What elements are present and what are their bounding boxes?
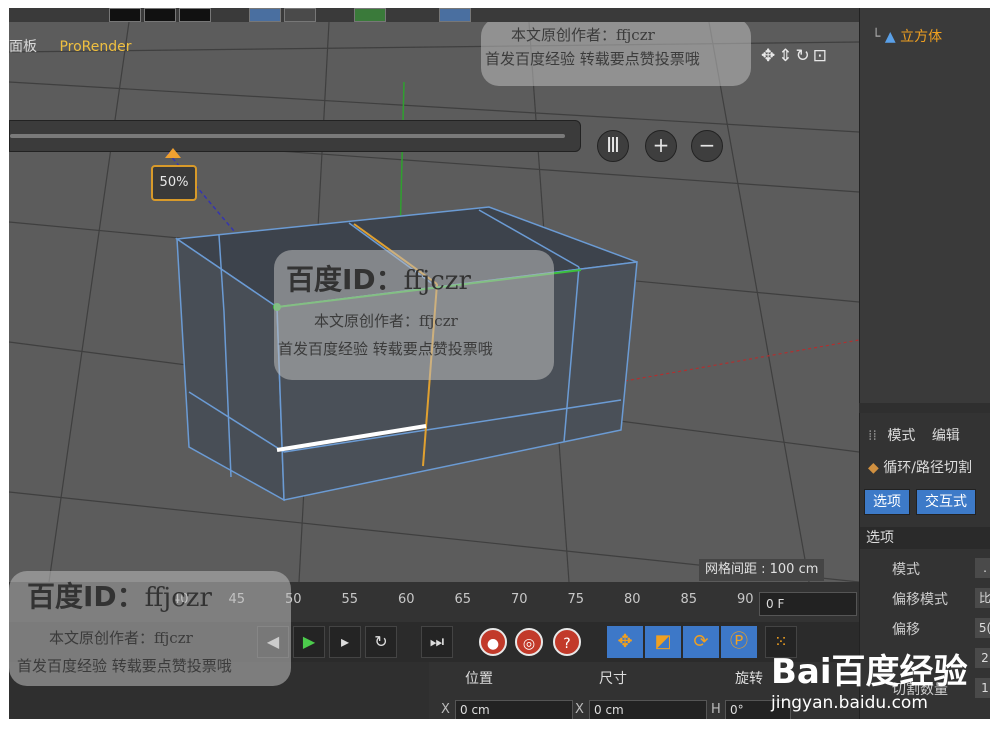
attr-menu: ⁞⁞ 模式 编辑: [868, 425, 960, 445]
timeline-tick-55: 55: [341, 592, 359, 607]
watermark-center: 百度ID：ffjczr 本文原创作者：ffjczr 首发百度经验 转载要点赞投票…: [274, 250, 554, 380]
prop-label: 偏移: [892, 622, 920, 638]
scale-key-button[interactable]: ◩: [645, 626, 681, 658]
coord-position-x-label: X: [441, 702, 450, 717]
current-frame-field[interactable]: 0 F: [759, 592, 857, 616]
timeline-tick-65: 65: [454, 592, 472, 607]
remove-cut-button[interactable]: −: [691, 130, 723, 162]
main-toolbar: [9, 8, 859, 22]
tab-interactive[interactable]: 交互式: [916, 489, 976, 515]
object-manager: └ ▲ 立方体: [859, 8, 990, 403]
generator-button[interactable]: [354, 8, 386, 22]
loop-cut-icon: ◆: [868, 460, 879, 476]
viewport-menu-prorender[interactable]: ProRender: [59, 39, 131, 55]
cinema4d-window: 面板 ProRender ✥⇕↻⊡ Ⅲ + − 50% 网格间距 : 100 c…: [9, 8, 990, 719]
slider-handle[interactable]: [165, 148, 181, 158]
size-x-field[interactable]: 0 cm: [589, 700, 707, 719]
prop-value-field[interactable]: 1: [975, 678, 990, 698]
tab-options[interactable]: 选项: [864, 489, 910, 515]
key-help-button[interactable]: ?: [553, 628, 581, 656]
cube-icon: ▲: [884, 29, 896, 45]
watermark-top-promo: 首发百度经验 转载要点赞投票哦: [485, 50, 700, 68]
coord-size-x-label: X: [575, 702, 584, 717]
deformer-button[interactable]: [439, 8, 471, 22]
loop-button[interactable]: ↻: [365, 626, 397, 658]
watermark-bottom-id-name: ffjczr: [144, 583, 212, 613]
coord-header-position: 位置: [465, 671, 493, 687]
watermark-id-bold: 百度ID：: [286, 263, 404, 296]
timeline-tick-70: 70: [511, 592, 528, 607]
render-button[interactable]: [109, 8, 141, 22]
options-section-header[interactable]: 选项: [860, 527, 990, 549]
coord-header-size: 尺寸: [599, 671, 627, 687]
watermark-promo: 首发百度经验 转载要点赞投票哦: [278, 340, 493, 358]
cut-offset-slider[interactable]: [9, 120, 581, 152]
slider-menu-button[interactable]: Ⅲ: [597, 130, 629, 162]
object-item-cube[interactable]: └ ▲ 立方体: [872, 26, 942, 46]
watermark-author: 本文原创作者：ffjczr: [314, 312, 458, 330]
pen-tool-button[interactable]: [284, 8, 316, 22]
timeline-tick-90: 90: [737, 592, 754, 607]
timeline-tick-60: 60: [398, 592, 415, 607]
viewport-menu: 面板 ProRender: [9, 36, 150, 58]
render-view-button[interactable]: [144, 8, 176, 22]
x-axis-line: [618, 339, 859, 383]
prop-value-field[interactable]: 比: [975, 588, 990, 608]
render-settings-button[interactable]: [179, 8, 211, 22]
position-x-field[interactable]: 0 cm: [455, 700, 573, 719]
tool-title: ◆ 循环/路径切割: [868, 457, 972, 477]
next-key-button[interactable]: ▸: [329, 626, 361, 658]
viewport-menu-panel[interactable]: 面板: [9, 39, 37, 55]
tool-title-label: 循环/路径切割: [883, 460, 972, 476]
record-key-button[interactable]: ●: [479, 628, 507, 656]
attr-menu-edit[interactable]: 编辑: [932, 428, 960, 444]
perspective-viewport[interactable]: 面板 ProRender ✥⇕↻⊡ Ⅲ + − 50% 网格间距 : 100 c…: [9, 22, 859, 582]
object-item-label: 立方体: [900, 29, 943, 45]
tree-branch-icon: └: [872, 29, 881, 45]
watermark-id-name: ffjczr: [403, 266, 471, 296]
watermark-bottom: 百度ID：ffjczr 本文原创作者：ffjczr 首发百度经验 转载要点赞投票…: [9, 571, 291, 686]
watermark-top: 本文原创作者：ffjczr 首发百度经验 转载要点赞投票哦: [481, 22, 751, 86]
baidu-logo-text: Bai百度经验: [771, 652, 968, 692]
play-button[interactable]: ▶: [293, 626, 325, 658]
prop-value-field[interactable]: 2: [975, 648, 990, 668]
viewport-nav-icons[interactable]: ✥⇕↻⊡: [761, 46, 830, 66]
baidu-url: jingyan.baidu.com: [771, 693, 928, 713]
watermark-bottom-author: 本文原创作者：ffjczr: [49, 629, 193, 647]
coord-header-rotation: 旋转: [735, 671, 763, 687]
add-cut-button[interactable]: +: [645, 130, 677, 162]
goto-end-button[interactable]: ⏭: [421, 626, 453, 658]
prop-value-field[interactable]: .: [975, 558, 990, 578]
attr-menu-mode[interactable]: 模式: [887, 428, 915, 444]
slider-groove: [10, 134, 565, 138]
timeline-tick-85: 85: [680, 592, 698, 607]
timeline-tick-75: 75: [567, 592, 585, 607]
slider-percent-label: 50%: [151, 165, 197, 201]
grid-spacing-label: 网格间距 : 100 cm: [699, 559, 825, 581]
move-key-button[interactable]: ✥: [607, 626, 643, 658]
prop-label: 偏移模式: [892, 592, 948, 608]
auto-key-button[interactable]: ◎: [515, 628, 543, 656]
prop-value-field[interactable]: 5(: [975, 618, 990, 638]
cube-tool-button[interactable]: [249, 8, 281, 22]
watermark-bottom-id-bold: 百度ID：: [27, 580, 145, 613]
prop-label: 模式: [892, 562, 920, 578]
param-key-button[interactable]: Ⓟ: [721, 626, 757, 658]
watermark-top-author: 本文原创作者：ffjczr: [511, 26, 655, 44]
grip-icon: ⁞⁞: [868, 428, 877, 444]
rotate-key-button[interactable]: ⟳: [683, 626, 719, 658]
timeline-tick-80: 80: [624, 592, 641, 607]
coord-rotation-h-label: H: [711, 702, 721, 717]
watermark-bottom-promo: 首发百度经验 转载要点赞投票哦: [17, 657, 232, 675]
baidu-jingyan-logo: Bai百度经验 jingyan.baidu.com: [771, 644, 968, 713]
